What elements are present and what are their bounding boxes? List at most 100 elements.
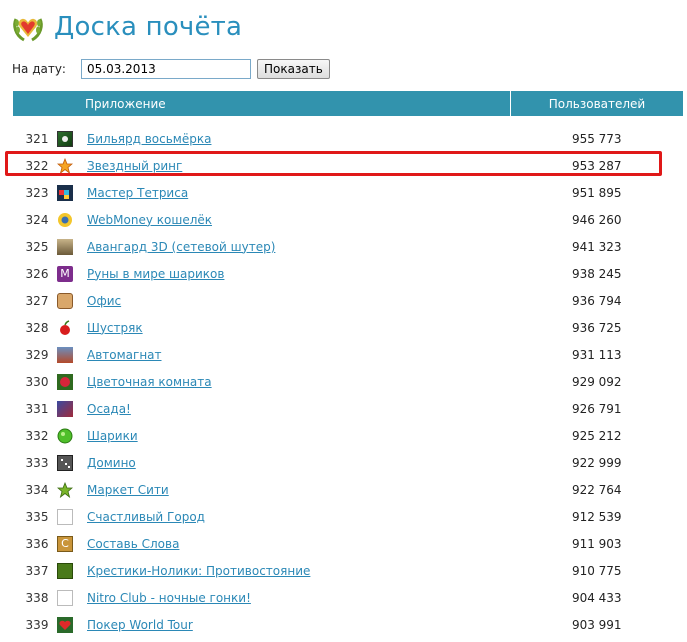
laurel-heart-logo-icon: [13, 18, 43, 42]
users-count: 951 895: [571, 185, 622, 200]
ball-icon: [57, 428, 73, 443]
blank-icon: [57, 589, 73, 606]
words-icon: C: [57, 535, 73, 552]
app-icon-cell: [57, 314, 87, 341]
app-icon-cell: [57, 422, 87, 449]
app-link[interactable]: Крестики-Нолики: Противостояние: [87, 564, 310, 578]
app-icon-cell: [57, 368, 87, 395]
app-link[interactable]: Составь Слова: [87, 537, 179, 551]
app-link[interactable]: Мастер Тетриса: [87, 186, 188, 200]
app-link[interactable]: WebMoney кошелёк: [87, 213, 212, 227]
users-count: 922 764: [571, 482, 622, 497]
users-count: 929 092: [571, 374, 622, 389]
app-icon-cell: [57, 395, 87, 422]
rank-cell: 330: [25, 374, 49, 389]
app-name-cell: Мастер Тетриса: [87, 179, 511, 206]
app-link[interactable]: Покер World Tour: [87, 618, 193, 632]
app-link[interactable]: Офис: [87, 294, 121, 308]
app-icon-cell: [57, 233, 87, 260]
table-row: 324 WebMoney кошелёк 946 260: [13, 206, 683, 233]
users-count: 912 539: [571, 509, 622, 524]
table-row: 338 Nitro Club - ночные гонки! 904 433: [13, 584, 683, 611]
users-count: 931 113: [571, 347, 622, 362]
app-name-cell: Звездный ринг: [87, 152, 511, 179]
users-count: 903 991: [571, 617, 622, 632]
star-icon: [57, 157, 73, 174]
app-name-cell: Шустряк: [87, 314, 511, 341]
table-row: 332 Шарики 925 212: [13, 422, 683, 449]
rank-cell: 329: [25, 347, 49, 362]
app-link[interactable]: Авангард 3D (сетевой шутер): [87, 240, 275, 254]
tictactoe-icon: [57, 562, 73, 579]
users-count: 938 245: [571, 266, 622, 281]
users-count: 925 212: [571, 428, 622, 443]
table-row: 333 Домино 922 999: [13, 449, 683, 476]
app-icon-cell: [57, 287, 87, 314]
runes-icon: M: [57, 265, 73, 282]
show-button[interactable]: Показать: [257, 59, 330, 79]
app-link[interactable]: Счастливый Город: [87, 510, 205, 524]
table-row: 334 Маркет Сити 922 764: [13, 476, 683, 503]
app-name-cell: Цветочная комната: [87, 368, 511, 395]
table-row: 326 M Руны в мире шариков 938 245: [13, 260, 683, 287]
app-name-cell: Nitro Club - ночные гонки!: [87, 584, 511, 611]
users-count: 910 775: [571, 563, 622, 578]
app-link[interactable]: Цветочная комната: [87, 375, 212, 389]
app-link[interactable]: Маркет Сити: [87, 483, 169, 497]
siege-icon: [57, 400, 73, 417]
table-row: 337 Крестики-Нолики: Противостояние 910 77…: [13, 557, 683, 584]
users-count: 941 323: [571, 239, 622, 254]
date-label: На дату:: [12, 62, 66, 76]
app-name-cell: WebMoney кошелёк: [87, 206, 511, 233]
app-name-cell: Офис: [87, 287, 511, 314]
table-row: 339 Покер World Tour 903 991: [13, 611, 683, 638]
rank-cell: 335: [25, 509, 49, 524]
users-count: 922 999: [571, 455, 622, 470]
users-count: 953 287: [571, 158, 622, 173]
table-row: 335 Счастливый Город 912 539: [13, 503, 683, 530]
rank-cell: 327: [25, 293, 49, 308]
app-link[interactable]: Домино: [87, 456, 136, 470]
app-name-cell: Шарики: [87, 422, 511, 449]
rank-cell: 337: [25, 563, 49, 578]
rank-cell: 334: [25, 482, 49, 497]
table-row: 328 Шустряк 936 725: [13, 314, 683, 341]
app-icon-cell: [57, 152, 87, 179]
app-link[interactable]: Nitro Club - ночные гонки!: [87, 591, 251, 605]
app-link[interactable]: Шустряк: [87, 321, 143, 335]
app-link[interactable]: Осада!: [87, 402, 131, 416]
app-icon-cell: [57, 611, 87, 638]
table-row: 336 C Составь Слова 911 903: [13, 530, 683, 557]
app-icon-cell: C: [57, 530, 87, 557]
column-header-app: Приложение: [13, 91, 511, 116]
users-count: 904 433: [571, 590, 622, 605]
app-name-cell: Автомагнат: [87, 341, 511, 368]
office-icon: [57, 292, 73, 309]
table-row: 325 Авангард 3D (сетевой шутер) 941 323: [13, 233, 683, 260]
table-row: 330 Цветочная комната 929 092: [13, 368, 683, 395]
table-row: 322 Звездный ринг 953 287: [13, 152, 683, 179]
page-title: Доска почёта: [54, 12, 243, 42]
app-icon-cell: [57, 557, 87, 584]
app-link[interactable]: Шарики: [87, 429, 138, 443]
app-name-cell: Осада!: [87, 395, 511, 422]
cherry-icon: [60, 319, 70, 335]
app-link[interactable]: Бильярд восьмёрка: [87, 132, 211, 146]
app-icon-cell: [57, 179, 87, 206]
rank-cell: 331: [25, 401, 49, 416]
app-link[interactable]: Звездный ринг: [87, 159, 182, 173]
app-icon-cell: [57, 476, 87, 503]
app-name-cell: Бильярд восьмёрка: [87, 125, 511, 152]
date-filter: На дату: Показать: [12, 57, 330, 81]
date-input[interactable]: [81, 59, 251, 79]
users-count: 926 791: [571, 401, 622, 416]
app-link[interactable]: Автомагнат: [87, 348, 162, 362]
rank-cell: 328: [25, 320, 49, 335]
billiard-icon: [57, 130, 73, 147]
app-icon-cell: M: [57, 260, 87, 287]
users-count: 946 260: [571, 212, 622, 227]
app-link[interactable]: Руны в мире шариков: [87, 267, 224, 281]
app-icon-cell: [57, 449, 87, 476]
rank-cell: 339: [25, 617, 49, 632]
table-header-row: Приложение Пользователей: [13, 91, 683, 116]
